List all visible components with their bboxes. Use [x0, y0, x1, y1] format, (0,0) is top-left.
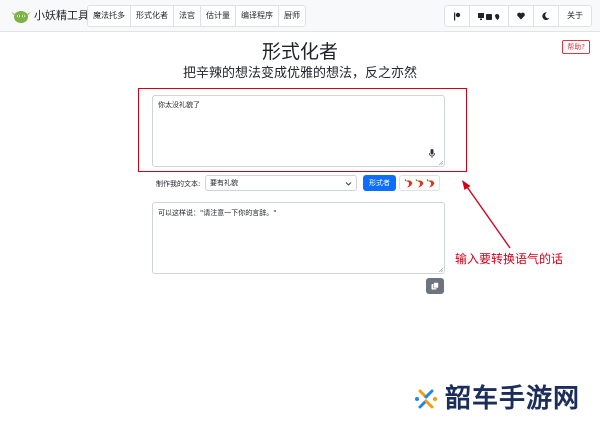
chili-pepper-icon[interactable] — [404, 178, 414, 188]
flag-button[interactable] — [445, 6, 470, 26]
moon-icon — [542, 12, 550, 20]
right-nav: 关于 — [444, 5, 592, 27]
brand-name[interactable]: 小妖精工具 — [34, 8, 89, 24]
copy-icon — [431, 282, 439, 290]
tone-select-value: 要有礼貌 — [210, 179, 238, 187]
watermark-logo-icon — [415, 389, 437, 409]
annotation-text: 输入要转换语气的话 — [455, 252, 564, 266]
chili-pepper-icon[interactable] — [426, 178, 436, 188]
watermark-text: 韶车手游网 — [445, 384, 581, 414]
formalize-button[interactable]: 形式者 — [363, 175, 396, 191]
make-text-label: 制作我的文本: — [156, 180, 201, 188]
chevron-down-icon — [345, 182, 352, 186]
platform-icons — [478, 12, 500, 20]
annotation-arrow — [462, 180, 511, 249]
nav-item-judge[interactable]: 法官 — [174, 6, 201, 26]
nav-item-todo[interactable]: 魔法托多 — [88, 6, 131, 26]
nav-item-estimator[interactable]: 估计量 — [201, 6, 236, 26]
heart-icon — [517, 12, 525, 20]
page-title: 形式化者 — [261, 41, 338, 63]
theme-toggle-button[interactable] — [534, 6, 559, 26]
resize-handle[interactable] — [438, 267, 443, 272]
annotation-highlight-box — [138, 88, 467, 172]
top-navbar: 小妖精工具 魔法托多 形式化者 法官 估计量 编译程序 厨师 关于 — [0, 0, 600, 32]
about-link[interactable]: 关于 — [559, 6, 591, 26]
nav-item-chef[interactable]: 厨师 — [279, 6, 305, 26]
platform-button[interactable] — [470, 6, 509, 26]
nav-item-compiler[interactable]: 编译程序 — [236, 6, 279, 26]
output-text: 可以这样说："请注意一下你的言辞。" — [158, 209, 277, 217]
flag-icon — [454, 12, 461, 20]
spice-level-selector[interactable] — [399, 175, 440, 191]
nav-item-formalizer[interactable]: 形式化者 — [131, 6, 174, 26]
tone-select[interactable]: 要有礼貌 — [205, 175, 357, 191]
page-subtitle: 把辛辣的想法变成优雅的想法，反之亦然 — [182, 66, 417, 81]
copy-button[interactable] — [426, 278, 444, 294]
main-nav: 魔法托多 形式化者 法官 估计量 编译程序 厨师 — [87, 5, 306, 27]
output-textarea[interactable]: 可以这样说："请注意一下你的言辞。" — [152, 202, 445, 274]
chili-pepper-icon[interactable] — [415, 178, 425, 188]
heart-button[interactable] — [509, 6, 534, 26]
goblin-logo-icon[interactable] — [11, 8, 31, 24]
